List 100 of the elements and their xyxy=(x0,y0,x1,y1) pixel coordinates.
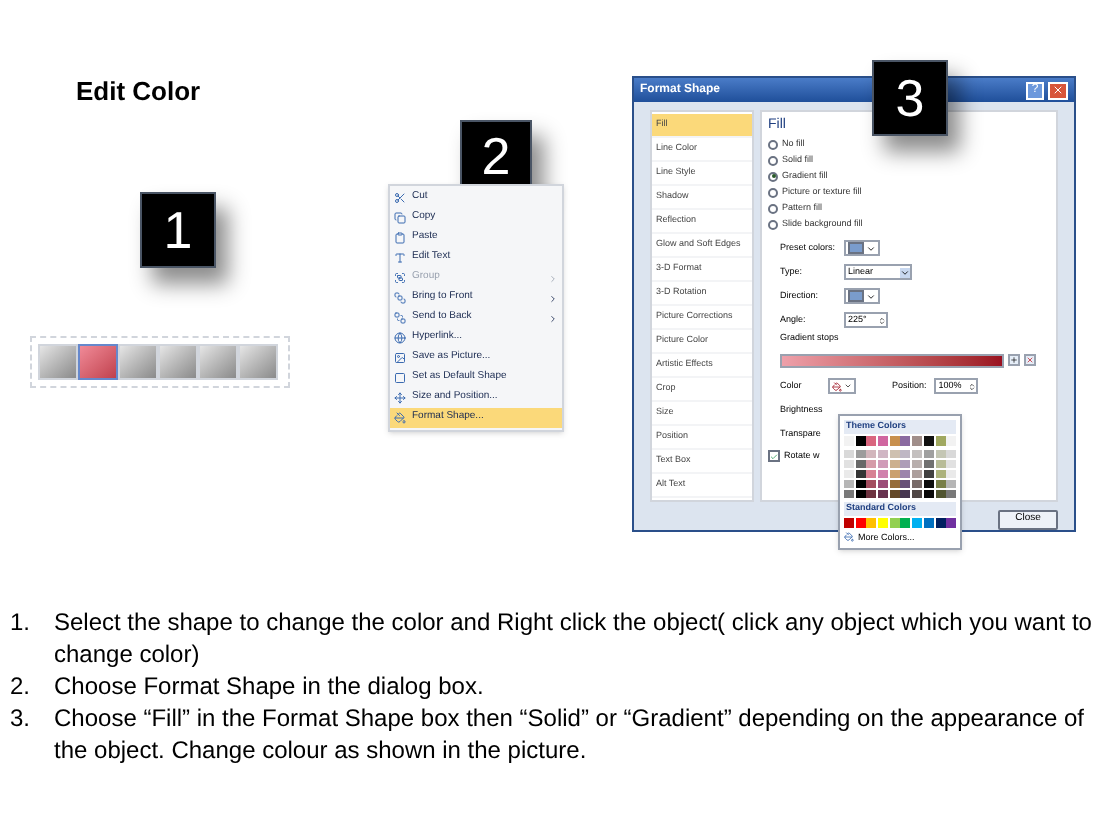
color-swatch[interactable] xyxy=(935,449,946,458)
color-swatch[interactable] xyxy=(946,435,957,446)
color-swatch[interactable] xyxy=(878,517,889,527)
color-swatch[interactable] xyxy=(900,489,911,498)
color-swatch[interactable] xyxy=(935,459,946,468)
color-swatch[interactable] xyxy=(900,435,911,446)
step-number-badge: 3 xyxy=(872,60,948,136)
color-swatch[interactable] xyxy=(855,459,866,468)
color-swatch[interactable] xyxy=(889,435,900,446)
copy-icon xyxy=(394,212,406,224)
bring-forward-icon xyxy=(394,292,406,304)
color-swatch[interactable] xyxy=(855,435,866,446)
color-swatch[interactable] xyxy=(855,469,866,478)
paint-bucket-icon xyxy=(394,412,406,424)
color-swatch[interactable] xyxy=(935,435,946,446)
color-swatch[interactable] xyxy=(935,489,946,498)
paint-bucket-icon xyxy=(832,381,842,391)
color-swatch[interactable] xyxy=(855,449,866,458)
close-button[interactable] xyxy=(1048,81,1068,99)
color-swatch[interactable] xyxy=(855,479,866,488)
add-stop-icon[interactable] xyxy=(1008,354,1020,366)
move-icon xyxy=(394,392,406,404)
color-swatch[interactable] xyxy=(878,489,889,498)
color-swatch[interactable] xyxy=(923,449,934,458)
color-swatch[interactable] xyxy=(912,479,923,488)
color-swatch[interactable] xyxy=(946,469,957,478)
radio-button[interactable] xyxy=(768,171,778,181)
color-swatch[interactable] xyxy=(912,517,923,527)
radio-button[interactable] xyxy=(768,219,778,229)
color-swatch[interactable] xyxy=(866,435,877,446)
image-icon xyxy=(394,352,406,364)
color-swatch[interactable] xyxy=(935,517,946,527)
color-swatch[interactable] xyxy=(923,459,934,468)
remove-stop-icon[interactable] xyxy=(1024,354,1036,366)
radio-button[interactable] xyxy=(768,155,778,165)
color-swatch[interactable] xyxy=(878,449,889,458)
color-swatch[interactable] xyxy=(946,489,957,498)
color-swatch[interactable] xyxy=(889,469,900,478)
check-icon xyxy=(770,451,778,461)
color-swatch[interactable] xyxy=(889,489,900,498)
radio-button[interactable] xyxy=(768,139,778,149)
slide-title: Edit Color xyxy=(76,74,201,110)
color-swatch[interactable] xyxy=(844,449,854,458)
color-swatch[interactable] xyxy=(844,517,854,527)
globe-icon xyxy=(394,332,406,344)
color-swatch[interactable] xyxy=(855,517,866,527)
color-swatch[interactable] xyxy=(866,517,877,527)
dropdown-caret-icon xyxy=(900,267,910,277)
color-swatch[interactable] xyxy=(889,449,900,458)
color-swatch[interactable] xyxy=(889,517,900,527)
checkbox[interactable] xyxy=(768,450,780,462)
color-swatch[interactable] xyxy=(855,489,866,498)
color-swatch[interactable] xyxy=(878,479,889,488)
color-swatch[interactable] xyxy=(878,435,889,446)
color-swatch[interactable] xyxy=(878,469,889,478)
color-swatch[interactable] xyxy=(889,479,900,488)
color-swatch[interactable] xyxy=(923,479,934,488)
color-swatch[interactable] xyxy=(912,459,923,468)
color-swatch[interactable] xyxy=(866,459,877,468)
color-swatch[interactable] xyxy=(900,459,911,468)
color-swatch[interactable] xyxy=(923,435,934,446)
radio-button[interactable] xyxy=(768,203,778,213)
color-swatch[interactable] xyxy=(912,449,923,458)
list-number: 3. xyxy=(10,702,33,736)
color-swatch[interactable] xyxy=(912,469,923,478)
color-swatch[interactable] xyxy=(900,517,911,527)
color-swatch[interactable] xyxy=(844,489,854,498)
color-swatch[interactable] xyxy=(935,479,946,488)
color-swatch[interactable] xyxy=(912,435,923,446)
color-swatch[interactable] xyxy=(923,469,934,478)
color-swatch[interactable] xyxy=(844,435,854,446)
selection-frame[interactable] xyxy=(30,336,290,388)
color-swatch[interactable] xyxy=(844,479,854,488)
color-swatch[interactable] xyxy=(923,489,934,498)
color-swatch[interactable] xyxy=(900,479,911,488)
swatch-preview[interactable] xyxy=(844,240,880,256)
swatch-preview[interactable] xyxy=(844,288,880,304)
color-swatch[interactable] xyxy=(900,449,911,458)
color-swatch[interactable] xyxy=(866,469,877,478)
color-swatch[interactable] xyxy=(946,459,957,468)
radio-button[interactable] xyxy=(768,187,778,197)
color-swatch[interactable] xyxy=(844,459,854,468)
color-swatch[interactable] xyxy=(946,517,957,527)
color-swatch[interactable] xyxy=(935,469,946,478)
color-swatch[interactable] xyxy=(878,459,889,468)
color-swatch[interactable] xyxy=(866,479,877,488)
close-icon xyxy=(1052,84,1064,96)
color-swatch[interactable] xyxy=(889,459,900,468)
color-swatch[interactable] xyxy=(946,449,957,458)
color-dropdown[interactable] xyxy=(828,378,856,394)
gradient-bar[interactable] xyxy=(780,353,1004,367)
color-swatch[interactable] xyxy=(946,479,957,488)
color-swatch[interactable] xyxy=(900,469,911,478)
instruction-text: Choose “Fill” in the Format Shape box then “Solid” or “Gradient” depending on the appearance of the object. Change colour as shown in the picture. xyxy=(54,702,1086,766)
color-swatch[interactable] xyxy=(912,489,923,498)
color-swatch[interactable] xyxy=(844,469,854,478)
step-number-badge: 1 xyxy=(140,192,216,268)
color-swatch[interactable] xyxy=(866,489,877,498)
color-swatch[interactable] xyxy=(866,449,877,458)
color-swatch[interactable] xyxy=(923,517,934,527)
